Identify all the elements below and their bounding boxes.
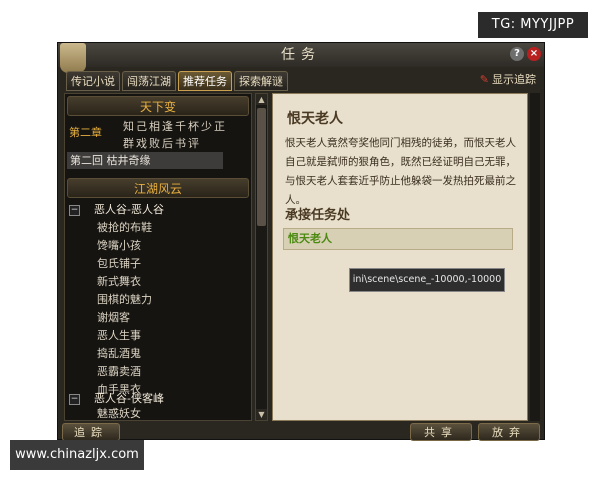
- group-eren-valley[interactable]: − 恶人谷-恶人谷: [69, 201, 164, 218]
- selected-quest[interactable]: 第二回 枯井奇缘: [67, 152, 223, 169]
- track-button[interactable]: 追踪: [62, 423, 120, 441]
- collapse-icon[interactable]: −: [69, 393, 80, 405]
- show-track-label: 显示追踪: [492, 73, 536, 86]
- scroll-icon: [60, 43, 86, 73]
- accept-heading: 承接任务处: [285, 208, 351, 223]
- scroll-up-icon[interactable]: ▲: [256, 94, 267, 105]
- quest-detail-panel: 恨天老人 恨天老人竟然夸奖他同门相残的徒弟，而恨天老人自己就是弑师的狠角色，既然…: [272, 93, 528, 421]
- window-titlebar[interactable]: 任务: [58, 43, 544, 67]
- list-item[interactable]: 恶人生事: [97, 327, 141, 344]
- list-item[interactable]: 魅惑妖女: [97, 405, 141, 420]
- quest-description: 恨天老人竟然夸奖他同门相残的徒弟，而恨天老人自己就是弑师的狠角色，既然已经证明自…: [285, 137, 516, 206]
- chapter-line: 知己相逢千杯少正: [123, 120, 227, 133]
- quest-window: 任务 ? × 传记小说 闯荡江湖 推荐任务 探索解谜 ✎ 显示追踪 天下变 第二章…: [57, 42, 545, 441]
- list-item[interactable]: 捣乱酒鬼: [97, 345, 141, 362]
- tooltip: ini\scene\scene_-10000,-10000: [349, 268, 505, 292]
- list-item[interactable]: 被抢的布鞋: [97, 219, 152, 236]
- quest-title: 恨天老人: [287, 111, 343, 127]
- list-item[interactable]: 包氏铺子: [97, 255, 141, 272]
- help-icon[interactable]: ?: [510, 47, 524, 61]
- group-label: 恶人谷-恶人谷: [94, 203, 164, 216]
- list-item[interactable]: 馋嘴小孩: [97, 237, 141, 254]
- show-track-toggle[interactable]: ✎ 显示追踪: [480, 73, 536, 87]
- share-button[interactable]: 共享: [410, 423, 472, 441]
- accept-npc-link[interactable]: 恨天老人: [283, 228, 513, 250]
- tab-biography[interactable]: 传记小说: [66, 71, 120, 91]
- watermark-tg: TG: MYYJJPP: [478, 12, 588, 38]
- scroll-down-icon[interactable]: ▼: [256, 409, 267, 420]
- track-icon: ✎: [479, 73, 489, 86]
- tab-recommended[interactable]: 推荐任务: [178, 71, 232, 91]
- detail-scrollbar[interactable]: [530, 93, 540, 421]
- list-item[interactable]: 围棋的魅力: [97, 291, 152, 308]
- window-title: 任务: [281, 47, 321, 63]
- list-item[interactable]: 谢烟客: [97, 309, 130, 326]
- quest-list-panel: 天下变 第二章 知己相逢千杯少正 群戏败后书评 第二回 枯井奇缘 江湖风云 − 恶…: [64, 93, 252, 421]
- group-label: 恶人谷-侠客峰: [94, 392, 164, 405]
- list-item[interactable]: 恶霸卖酒: [97, 363, 141, 380]
- abandon-button[interactable]: 放弃: [478, 423, 540, 441]
- chapter-line: 群戏败后书评: [123, 137, 201, 150]
- section-header-tianxiabian[interactable]: 天下变: [67, 96, 249, 116]
- chapter-text: 知己相逢千杯少正 群戏败后书评: [123, 118, 227, 152]
- watermark-site: www.chinazljx.com: [10, 440, 144, 470]
- quest-list-scrollbar[interactable]: ▲ ▼: [255, 93, 268, 421]
- tab-jianghu[interactable]: 闯荡江湖: [122, 71, 176, 91]
- tab-explore[interactable]: 探索解谜: [234, 71, 288, 91]
- section-header-jianghufengyun[interactable]: 江湖风云: [67, 178, 249, 198]
- scroll-thumb[interactable]: [257, 108, 266, 226]
- close-icon[interactable]: ×: [527, 47, 541, 61]
- chapter-label: 第二章: [69, 126, 102, 139]
- list-item[interactable]: 新式舞衣: [97, 273, 141, 290]
- collapse-icon[interactable]: −: [69, 204, 80, 216]
